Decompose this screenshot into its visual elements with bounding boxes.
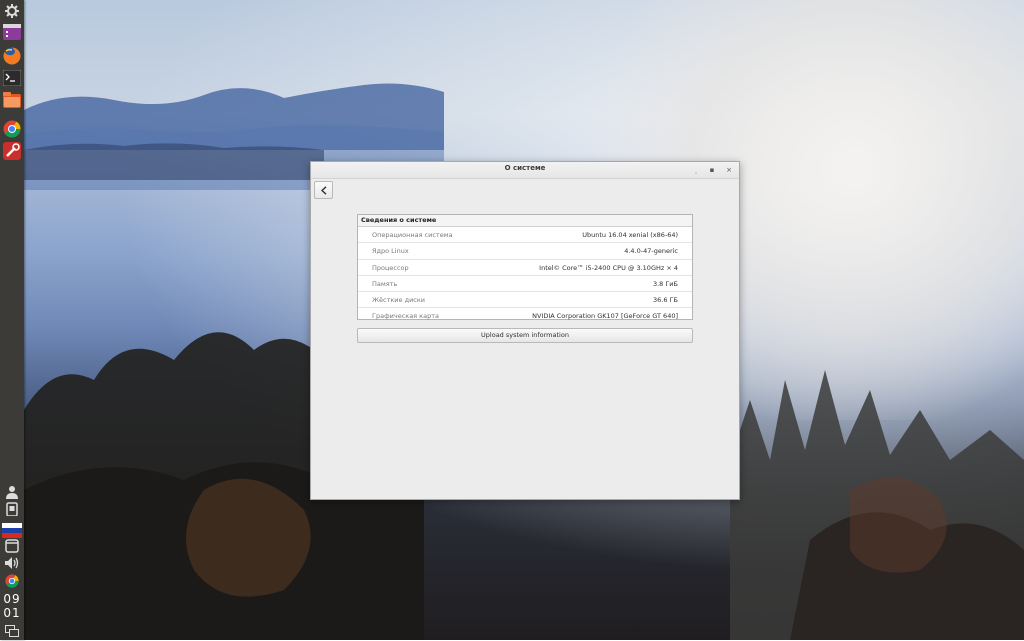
minimize-button[interactable]: ˯ <box>691 165 701 175</box>
terminal-icon[interactable] <box>2 68 22 88</box>
chrome-icon[interactable] <box>2 119 22 139</box>
app-launcher-icon[interactable] <box>2 22 22 42</box>
maximize-button[interactable]: ▪ <box>707 165 717 175</box>
system-info-header: Сведения о системе <box>358 215 692 227</box>
info-label: Операционная система <box>372 231 453 239</box>
info-value: Intel© Core™ i5-2400 CPU @ 3.10GHz × 4 <box>539 263 678 272</box>
info-label: Жёсткие диски <box>372 296 426 305</box>
info-row-graphics: Графическая карта NVIDIA Corporation GK1… <box>358 308 692 323</box>
workspace-icon[interactable] <box>2 621 22 641</box>
info-value: Ubuntu 16.04 xenial (x86-64) <box>582 231 678 239</box>
chrome-tray-icon[interactable] <box>2 571 22 591</box>
launcher-dock: 09 01 <box>0 0 24 640</box>
info-row-os: Операционная система Ubuntu 16.04 xenial… <box>358 227 692 244</box>
info-label: Графическая карта <box>372 312 439 321</box>
info-label: Ядро Linux <box>372 247 409 256</box>
info-label: Процессор <box>372 263 409 272</box>
gear-icon[interactable] <box>2 1 22 21</box>
upload-system-info-button[interactable]: Upload system information <box>357 328 693 343</box>
info-value: 36.6 ГБ <box>653 296 678 305</box>
info-label: Память <box>372 279 398 288</box>
info-row-processor: Процессор Intel© Core™ i5-2400 CPU @ 3.1… <box>358 260 692 276</box>
files-icon[interactable] <box>2 90 22 110</box>
clock-hours[interactable]: 09 <box>0 592 24 606</box>
clipboard-icon[interactable] <box>2 499 22 519</box>
clock-minutes[interactable]: 01 <box>0 606 24 620</box>
firefox-icon[interactable] <box>2 46 22 66</box>
info-row-disks: Жёсткие диски 36.6 ГБ <box>358 292 692 309</box>
tweak-tool-icon[interactable] <box>2 141 22 161</box>
back-button[interactable] <box>314 181 333 199</box>
chevron-left-icon <box>320 185 326 195</box>
info-row-memory: Память 3.8 ГиБ <box>358 276 692 293</box>
info-row-kernel: Ядро Linux 4.4.0-47-generic <box>358 243 692 260</box>
volume-icon[interactable] <box>2 553 22 573</box>
close-button[interactable]: × <box>724 165 734 175</box>
info-value: NVIDIA Corporation GK107 [GeForce GT 640… <box>532 312 678 321</box>
info-value: 3.8 ГиБ <box>652 279 678 288</box>
system-info-panel: Сведения о системе Операционная система … <box>357 214 693 320</box>
window-title: О системе <box>504 164 546 172</box>
info-value: 4.4.0-47-generic <box>624 247 678 256</box>
window-titlebar[interactable]: О системе ˯ ▪ × <box>311 162 739 179</box>
about-system-window: О системе ˯ ▪ × Сведения о системе Опера… <box>310 161 740 500</box>
trees-right <box>730 370 1024 640</box>
